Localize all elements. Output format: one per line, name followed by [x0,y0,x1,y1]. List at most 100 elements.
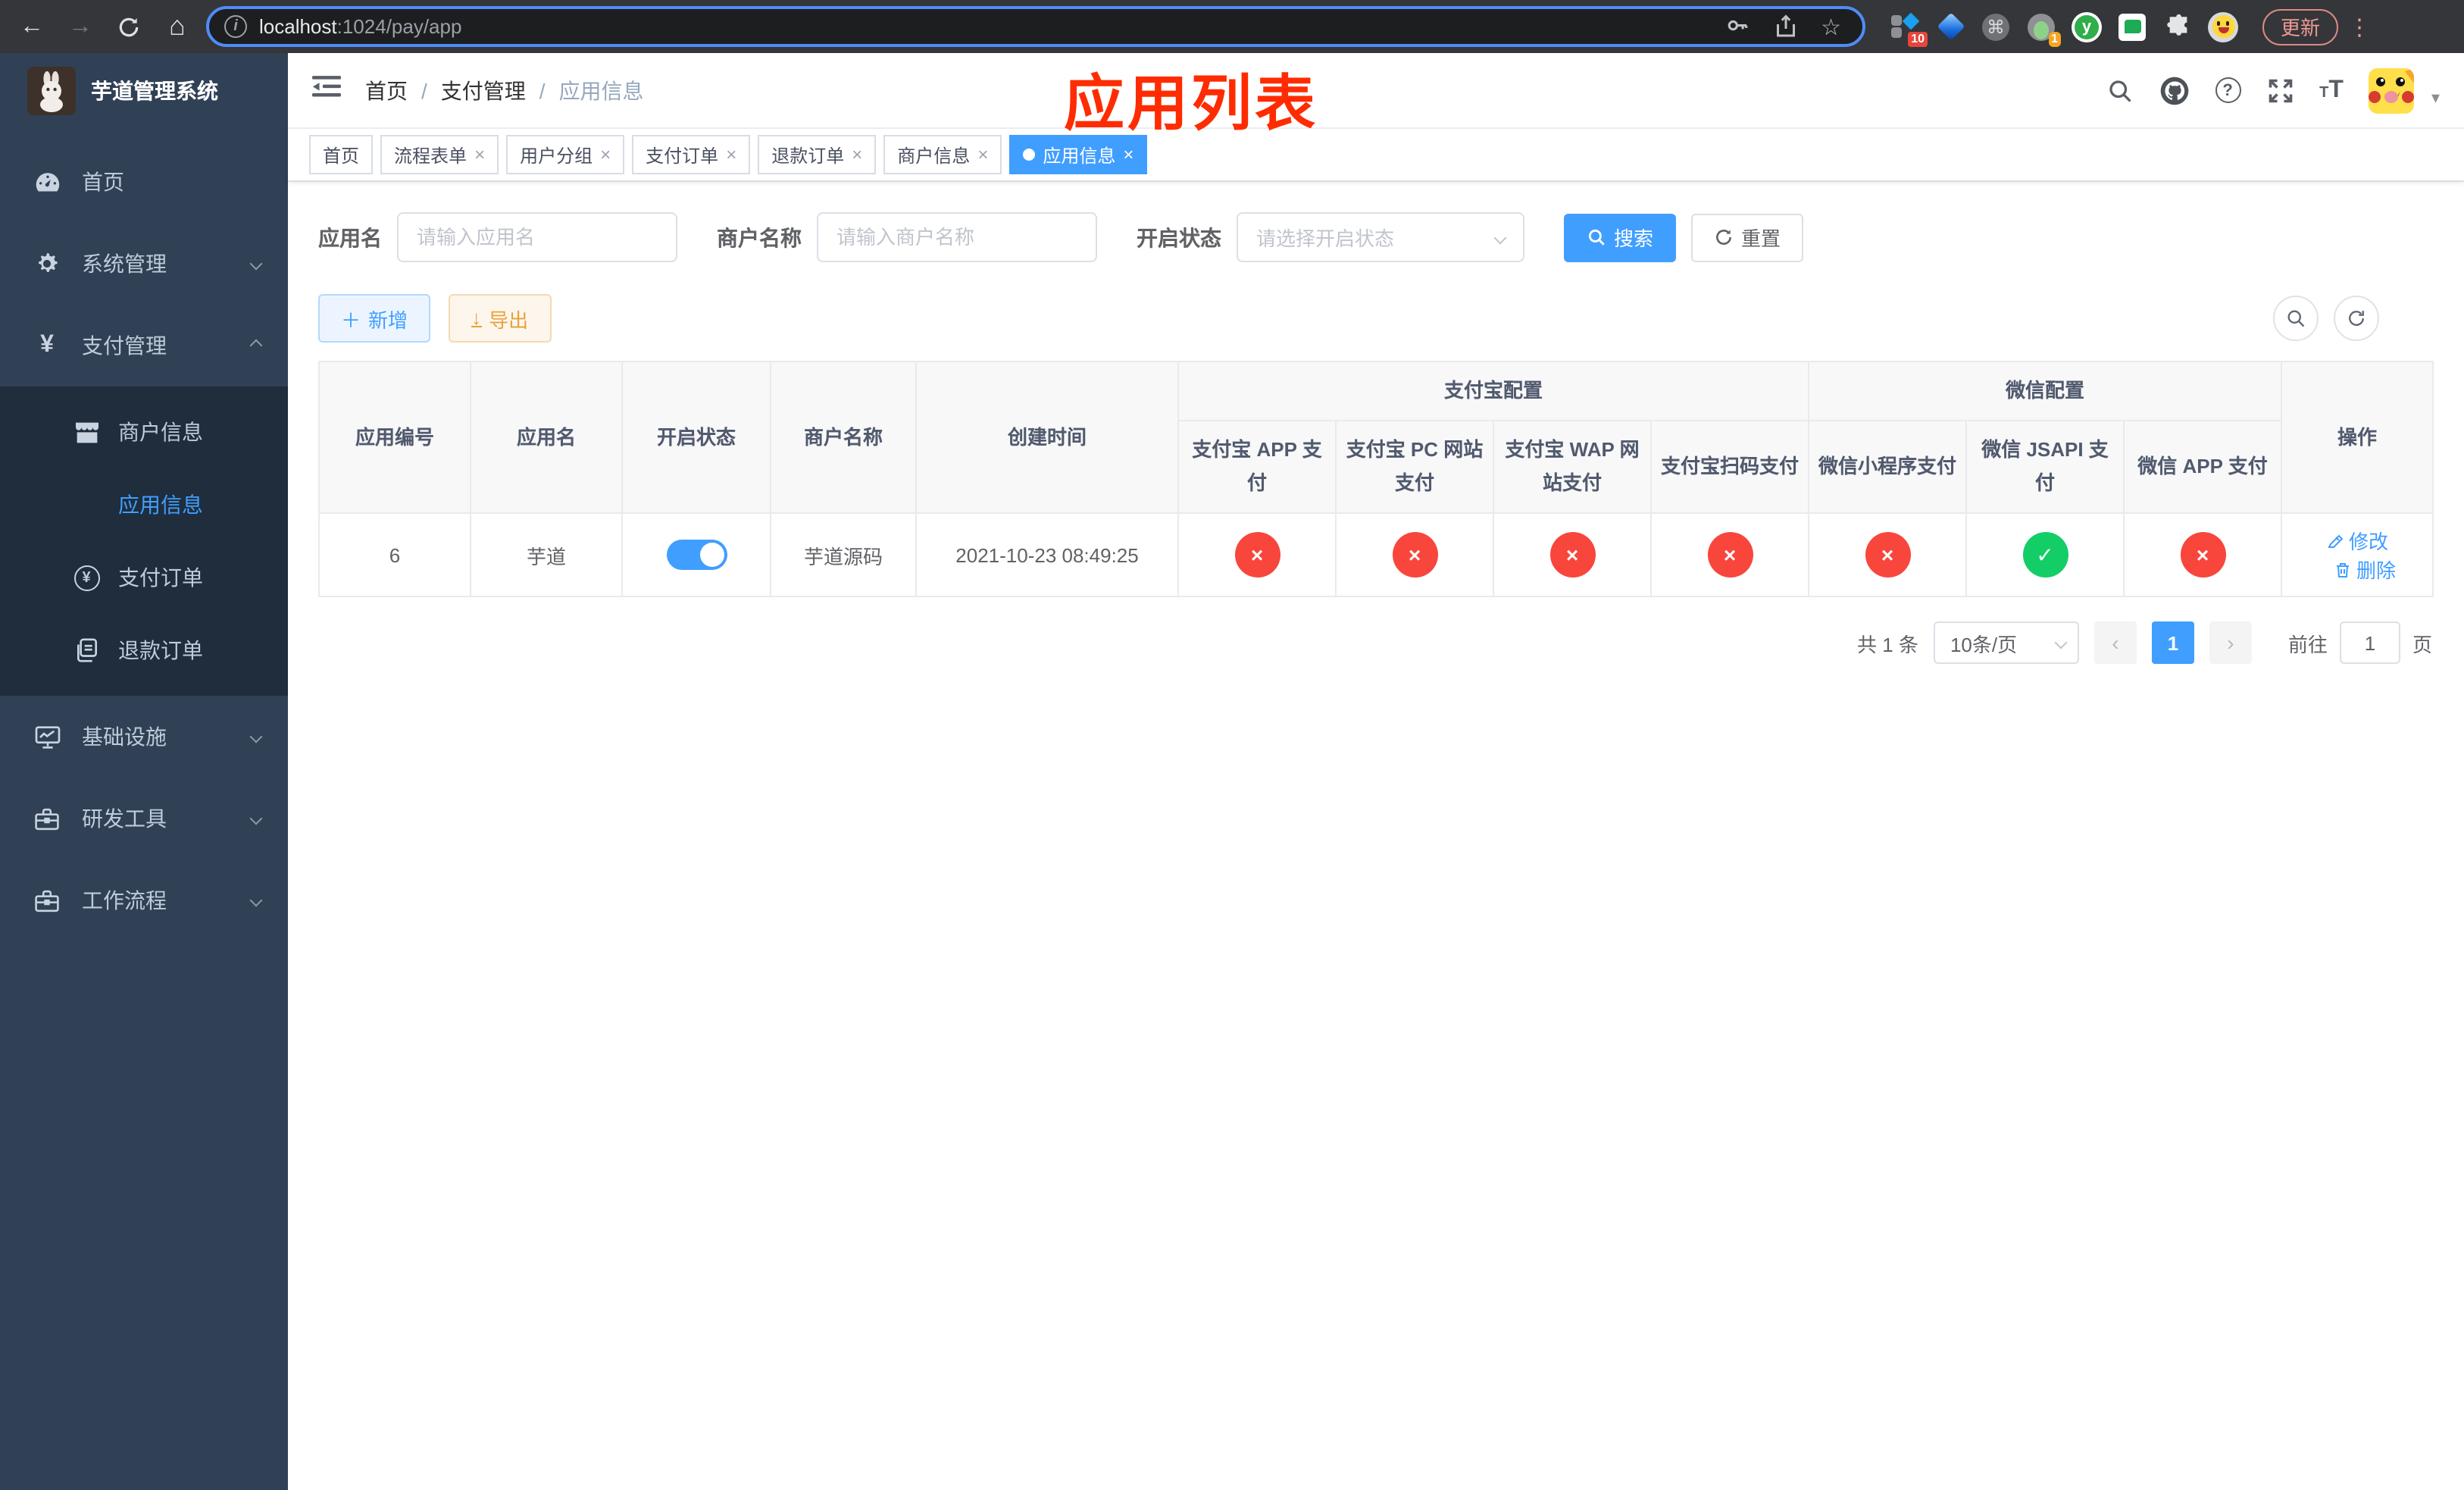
breadcrumb-home[interactable]: 首页 [365,75,408,105]
close-icon[interactable]: × [977,144,988,165]
extension-grid-icon[interactable]: 10 [1890,11,1928,46]
close-icon[interactable]: × [852,144,862,165]
payment-submenu: 商户信息 应用信息 ¥ 支付订单 退款订单 [0,387,288,696]
status-select[interactable]: 请选择开启状态 [1237,212,1524,262]
alipay-pc-status-badge: × [1392,532,1437,578]
page-unit-label: 页 [2412,633,2432,656]
status-toggle[interactable] [666,540,727,570]
sidebar-logo[interactable]: 芋道管理系统 [0,53,288,129]
store-icon [73,421,100,443]
chevron-down-icon [2054,636,2068,650]
extension-icons: 10 ⌘ 1 y [1890,11,2238,46]
url-text: localhost:1024/pay/app [259,15,462,38]
sidebar-collapse-icon[interactable] [312,74,341,106]
breadcrumb-payment[interactable]: 支付管理 [441,75,526,105]
share-icon[interactable] [1774,14,1796,39]
col-wechat-mini: 微信小程序支付 [1808,420,1968,514]
extensions-puzzle-icon[interactable] [2162,11,2193,42]
tab-user-group[interactable]: 用户分组 × [506,135,625,174]
browser-home-button[interactable]: ⌂ [158,7,197,46]
edit-link[interactable]: 修改 [2326,526,2388,555]
extension-command-icon[interactable]: ⌘ [1981,11,2011,42]
page-number-button[interactable]: 1 [2151,621,2194,664]
sidebar-item-app-info[interactable]: 应用信息 [0,468,288,541]
site-info-icon[interactable]: i [224,15,247,38]
search-icon[interactable] [2106,77,2133,104]
sidebar-item-label: 支付订单 [118,565,203,590]
sidebar-item-refund-order[interactable]: 退款订单 [0,614,288,687]
close-icon[interactable]: × [726,144,736,165]
app-name-input[interactable] [397,212,677,262]
close-icon[interactable]: × [474,144,485,165]
password-key-icon[interactable] [1724,14,1750,39]
sidebar-item-system[interactable]: 系统管理 [0,223,288,305]
cell-app-name: 芋道 [470,512,623,597]
extension-chat-icon[interactable] [2117,11,2147,42]
browser-forward-button[interactable]: → [61,7,100,46]
close-icon[interactable]: × [1123,144,1134,165]
add-button[interactable]: ＋新增 [318,294,431,343]
font-size-icon[interactable]: TT [2319,78,2344,102]
tab-process-form[interactable]: 流程表单 × [380,135,499,174]
extension-yudao-icon[interactable]: y [2072,11,2102,42]
group-wechat-config: 微信配置 [1808,361,2283,421]
tags-view-bar: 首页 流程表单 × 用户分组 × 支付订单 × 退款订单 × 商户信息 × 应用信息 × [288,129,2464,182]
sidebar-item-infrastructure[interactable]: 基础设施 [0,696,288,778]
merchant-name-input[interactable] [817,212,1097,262]
cell-merchant: 芋道源码 [770,512,917,597]
address-bar[interactable]: i localhost:1024/pay/app ☆ [206,6,1865,47]
extension-emoji-icon[interactable] [2208,11,2238,42]
prev-page-button[interactable]: ‹ [2093,621,2137,664]
page-size-select[interactable]: 10条/页 [1933,621,2079,664]
hide-search-button[interactable] [2273,296,2319,341]
goto-page-input[interactable] [2339,621,2400,664]
refresh-button[interactable] [2334,296,2379,341]
browser-reload-button[interactable] [109,7,149,46]
chevron-down-icon [249,730,263,743]
chrome-update-button[interactable]: 更新 [2262,8,2339,45]
sidebar-item-merchant-info[interactable]: 商户信息 [0,396,288,468]
sidebar-item-label: 系统管理 [82,252,167,276]
tab-merchant-info[interactable]: 商户信息 × [883,135,1002,174]
monitor-icon [33,725,61,748]
tab-home[interactable]: 首页 [309,135,374,174]
col-alipay-qr: 支付宝扫码支付 [1649,420,1810,514]
refresh-icon [2349,311,2364,326]
avatar[interactable] [2369,67,2415,113]
delete-link[interactable]: 删除 [2334,555,2396,584]
reset-button[interactable]: 重置 [1691,213,1804,261]
sidebar-item-payment[interactable]: ¥ 支付管理 [0,305,288,387]
col-app-id: 应用编号 [318,361,471,514]
top-navbar: 首页 / 支付管理 / 应用信息 ? T T ▾ [288,53,2464,129]
sidebar-item-home[interactable]: 首页 [0,141,288,223]
dashboard-icon [33,171,61,193]
extension-avatar-icon[interactable]: 1 [2026,11,2061,46]
github-icon[interactable] [2159,75,2189,105]
help-icon[interactable]: ? [2215,77,2241,103]
tab-refund-order[interactable]: 退款订单 × [758,135,877,174]
avatar-caret-icon[interactable]: ▾ [2431,88,2440,108]
goto-label: 前往 [2287,633,2328,656]
breadcrumb: 首页 / 支付管理 / 应用信息 [365,75,644,105]
export-button[interactable]: ↓ 导出 [449,294,552,343]
chevron-down-icon [1493,230,1507,244]
bookmark-star-icon[interactable]: ☆ [1821,13,1841,40]
browser-back-button[interactable]: ← [12,7,52,46]
gear-icon [33,252,61,276]
close-icon[interactable]: × [600,144,611,165]
sidebar-item-pay-order[interactable]: ¥ 支付订单 [0,541,288,614]
breadcrumb-current: 应用信息 [558,78,644,102]
app-table: 应用编号 应用名 开启状态 商户名称 创建时间 支付宝配置 微信配置 操作 支付… [318,361,2434,597]
fullscreen-icon[interactable] [2266,77,2294,104]
search-icon [1588,229,1605,246]
sidebar-item-label: 基础设施 [82,725,167,749]
next-page-button[interactable]: › [2209,621,2252,664]
browser-menu-icon[interactable]: ⋮ [2347,13,2372,40]
search-button[interactable]: 搜索 [1564,213,1677,261]
sidebar-item-workflow[interactable]: 工作流程 [0,859,288,941]
sidebar-item-label: 首页 [82,170,124,194]
col-alipay-pc: 支付宝 PC 网站支付 [1335,420,1494,514]
tab-pay-order[interactable]: 支付订单 × [632,135,751,174]
extension-gem-icon[interactable] [1935,11,1965,42]
sidebar-item-dev-tools[interactable]: 研发工具 [0,778,288,859]
